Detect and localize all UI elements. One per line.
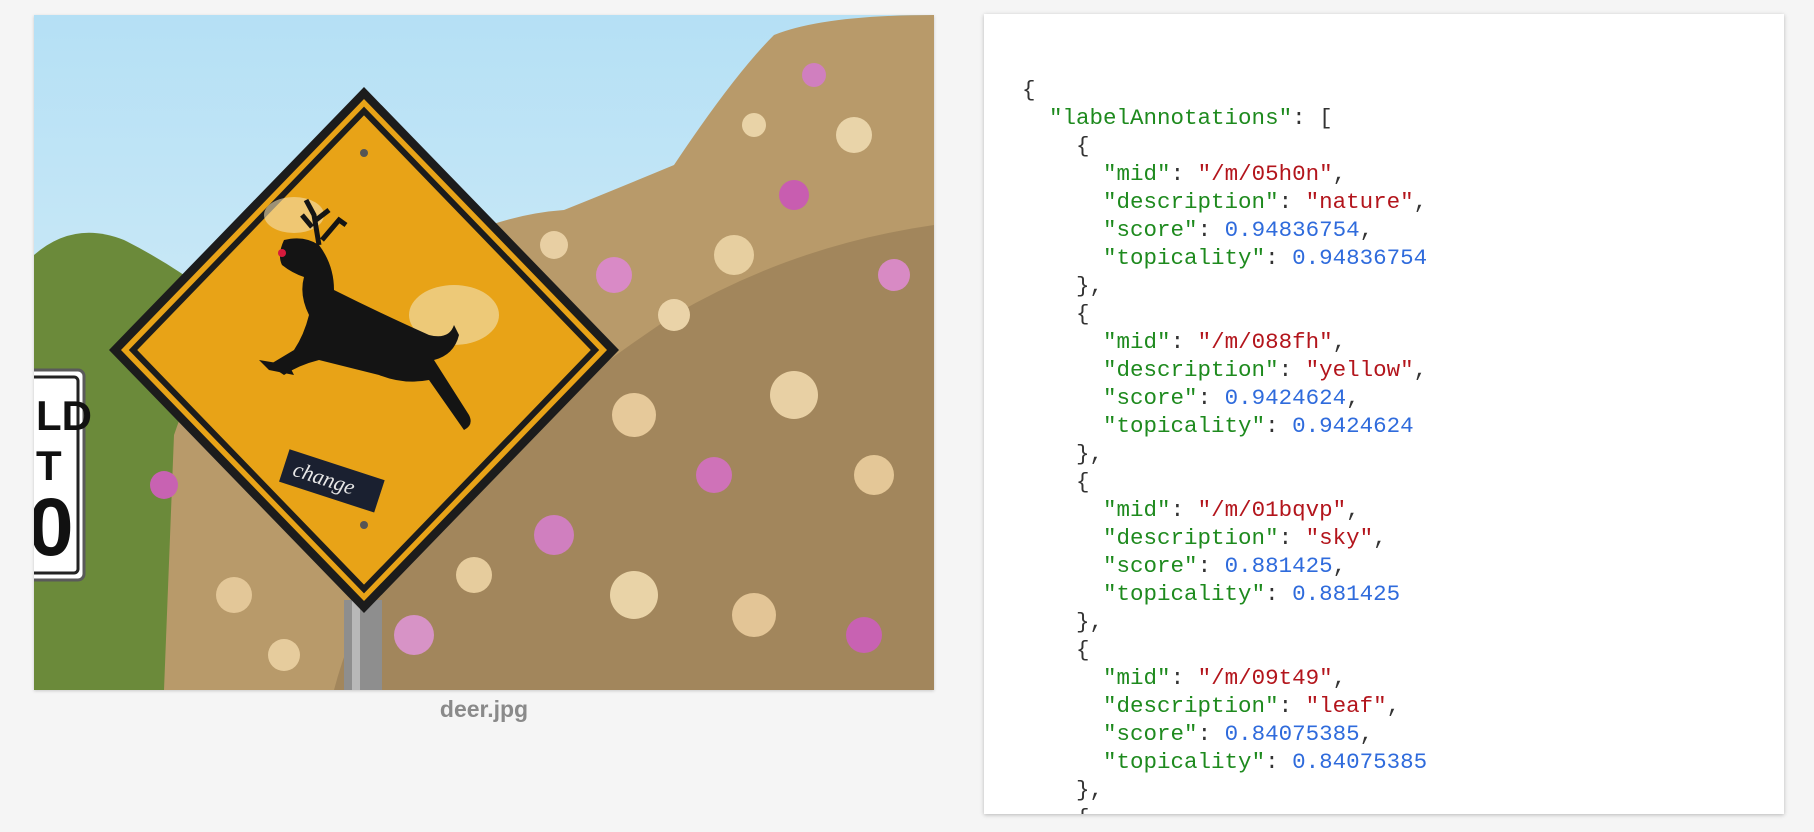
json-line: "topicality": 0.94836754 xyxy=(1103,245,1428,271)
annotation-mid: /m/09t49 xyxy=(1211,665,1320,691)
json-line: { xyxy=(1022,77,1036,103)
json-line: "score": 0.9424624, xyxy=(1103,385,1360,411)
json-line: "description": "leaf", xyxy=(1103,693,1401,719)
annotation-score: 0.94836754 xyxy=(1224,217,1360,243)
json-response-panel[interactable]: { "labelAnnotations": [ { "mid": "/m/05h… xyxy=(984,14,1784,814)
annotation-topicality: 0.84075385 xyxy=(1292,749,1428,775)
json-line: "topicality": 0.9424624 xyxy=(1103,413,1414,439)
annotation-topicality: 0.881425 xyxy=(1292,581,1401,607)
json-line: "description": "sky", xyxy=(1103,525,1387,551)
annotation-mid: /m/05h0n xyxy=(1211,161,1320,187)
json-line: "mid": "/m/09t49", xyxy=(1103,665,1347,691)
json-line: "description": "yellow", xyxy=(1103,357,1428,383)
annotation-topicality: 0.9424624 xyxy=(1292,413,1414,439)
json-line: }, xyxy=(1076,273,1104,299)
annotation-topicality: 0.94836754 xyxy=(1292,245,1428,271)
annotation-description: sky xyxy=(1319,525,1360,551)
json-line: "score": 0.881425, xyxy=(1103,553,1347,579)
deer-crossing-photo: LD T 0 change xyxy=(34,15,934,690)
json-line: }, xyxy=(1076,777,1104,803)
json-line: "mid": "/m/05h0n", xyxy=(1103,161,1347,187)
svg-text:0: 0 xyxy=(34,482,74,573)
annotation-score: 0.9424624 xyxy=(1224,385,1347,411)
json-line: "topicality": 0.881425 xyxy=(1103,581,1401,607)
json-code-view: { "labelAnnotations": [ { "mid": "/m/05h… xyxy=(1022,76,1427,814)
json-line: "labelAnnotations": [ xyxy=(1049,105,1333,131)
json-line: { xyxy=(1076,133,1090,159)
annotation-score: 0.84075385 xyxy=(1224,721,1360,747)
annotation-score: 0.881425 xyxy=(1224,553,1333,579)
image-filename-caption: deer.jpg xyxy=(439,696,529,722)
json-line: "score": 0.94836754, xyxy=(1103,217,1374,243)
photo-card: LD T 0 change xyxy=(34,15,934,690)
json-line: "description": "nature", xyxy=(1103,189,1428,215)
annotation-description: leaf xyxy=(1319,693,1374,719)
json-line: }, xyxy=(1076,609,1104,635)
annotation-mid: /m/088fh xyxy=(1211,329,1320,355)
json-line: { xyxy=(1076,469,1090,495)
sign-post xyxy=(344,600,382,690)
json-line: }, xyxy=(1076,441,1104,467)
json-line: { xyxy=(1022,804,1427,814)
json-line: "topicality": 0.84075385 xyxy=(1103,749,1428,775)
json-line: "mid": "/m/01bqvp", xyxy=(1103,497,1360,523)
svg-text:LD: LD xyxy=(36,392,92,439)
json-line: { xyxy=(1076,301,1090,327)
annotation-mid: /m/01bqvp xyxy=(1211,497,1333,523)
speed-limit-sign: LD T 0 xyxy=(34,368,92,582)
annotation-description: nature xyxy=(1319,189,1401,215)
json-line: "score": 0.84075385, xyxy=(1103,721,1374,747)
json-line: "mid": "/m/088fh", xyxy=(1103,329,1347,355)
json-root-key: "labelAnnotations" xyxy=(1049,105,1293,131)
annotation-description: yellow xyxy=(1319,357,1401,383)
json-line: { xyxy=(1076,637,1090,663)
